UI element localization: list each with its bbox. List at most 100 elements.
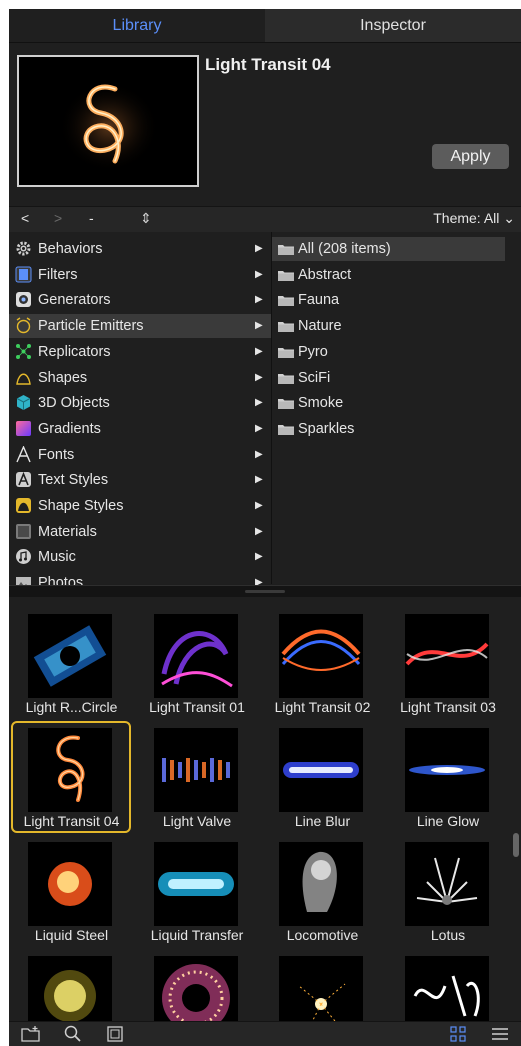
divider-handle[interactable] — [245, 590, 285, 593]
item-thumbnail — [28, 956, 112, 1021]
preview-title: Light Transit 04 — [205, 55, 331, 74]
back-arrow-icon[interactable]: < — [21, 210, 29, 226]
item-thumbnail — [404, 956, 489, 1021]
scrollbar-thumb[interactable] — [513, 833, 519, 857]
category-label: Gradients — [38, 420, 101, 437]
disclosure-arrow-icon: ▶ — [255, 500, 263, 511]
disclosure-arrow-icon: ▶ — [255, 551, 263, 563]
item-thumbnail — [279, 614, 363, 698]
folder-item[interactable]: Sparkles — [272, 417, 505, 441]
library-item[interactable]: Liquid Steel — [9, 834, 134, 948]
text-style-icon — [15, 471, 32, 488]
item-label: Light Valve — [162, 813, 232, 829]
category-label: Behaviors — [38, 241, 103, 257]
category-label: Fonts — [38, 446, 75, 463]
folder-label: Nature — [298, 318, 342, 335]
category-particle-emitters[interactable]: Particle Emitters ▶ — [9, 314, 271, 339]
item-label: Liquid Transfer — [150, 927, 244, 943]
library-browser: Behaviors ▶ Filters ▶ Generators ▶ Particle Em… — [9, 232, 521, 591]
library-item[interactable]: Lotus — [386, 834, 511, 948]
item-thumbnail — [153, 614, 238, 698]
replicator-icon — [15, 343, 32, 360]
category-shapes[interactable]: Shapes ▶ — [9, 366, 271, 390]
shape-style-icon — [15, 497, 32, 514]
folder-icon — [278, 399, 294, 410]
category-materials[interactable]: Materials ▶ — [9, 520, 271, 544]
path-chevron-updown-icon[interactable]: ⇕ — [140, 210, 152, 227]
disclosure-arrow-icon: ▶ — [255, 525, 263, 537]
library-item[interactable]: Light Transit 02 — [260, 606, 385, 720]
disclosure-arrow-icon: ▶ — [255, 268, 263, 280]
item-thumbnail — [279, 956, 363, 1021]
category-fonts[interactable]: Fonts ▶ — [9, 443, 271, 467]
disclosure-arrow-icon: ▶ — [255, 371, 263, 383]
category-behaviors[interactable]: Behaviors ▶ — [9, 237, 271, 261]
category-list: Behaviors ▶ Filters ▶ Generators ▶ Particle Em… — [9, 232, 272, 591]
disclosure-arrow-icon: ▶ — [255, 474, 263, 486]
item-label: Line Blur — [294, 813, 351, 829]
library-item[interactable]: Line Glow — [386, 720, 511, 834]
item-thumbnail — [28, 728, 112, 812]
library-item[interactable] — [386, 948, 511, 1021]
item-label: Light Transit 03 — [400, 699, 496, 715]
folder-item[interactable]: Abstract — [272, 263, 505, 287]
new-folder-icon[interactable] — [21, 1025, 41, 1043]
category-generators[interactable]: Generators ▶ — [9, 288, 271, 312]
list-view-icon[interactable] — [491, 1025, 509, 1043]
disclosure-arrow-icon: ▶ — [255, 320, 263, 332]
tab-library[interactable]: Library — [9, 9, 265, 42]
item-thumbnail — [28, 614, 112, 698]
library-item[interactable]: Locomotive — [260, 834, 385, 948]
category-shape-styles[interactable]: Shape Styles ▶ — [9, 494, 271, 518]
category-label: 3D Objects — [38, 395, 110, 412]
item-thumbnail — [153, 728, 238, 812]
apply-button[interactable]: Apply — [432, 144, 509, 169]
library-item[interactable]: Light Valve — [135, 720, 260, 834]
category-filters[interactable]: Filters ▶ — [9, 263, 271, 287]
folder-item[interactable]: Smoke — [272, 391, 505, 415]
category-label: Shapes — [38, 369, 88, 386]
category-gradients[interactable]: Gradients ▶ — [9, 417, 271, 441]
alarm-clock-icon — [15, 317, 32, 334]
library-item[interactable]: Light R...Circle — [9, 606, 134, 720]
library-item[interactable] — [260, 948, 385, 1021]
library-item[interactable]: Light Transit 01 — [135, 606, 260, 720]
library-item[interactable]: Line Blur — [260, 720, 385, 834]
library-item[interactable] — [135, 948, 260, 1021]
category-replicators[interactable]: Replicators ▶ — [9, 340, 271, 364]
item-thumbnail — [28, 842, 112, 926]
theme-label: Theme: All — [433, 210, 500, 226]
item-label: Line Glow — [416, 813, 480, 829]
search-icon[interactable] — [64, 1025, 82, 1043]
tab-inspector[interactable]: Inspector — [265, 9, 521, 42]
library-item[interactable]: Light Transit 04 — [9, 720, 134, 834]
film-icon — [15, 266, 32, 283]
folder-label: Fauna — [298, 292, 340, 309]
library-item[interactable]: Liquid Transfer — [135, 834, 260, 948]
item-grid: Light R...Circle Light Transit 01 Light Tr… — [9, 597, 521, 1021]
forward-arrow-icon[interactable]: > — [54, 210, 62, 226]
folder-item[interactable]: SciFi — [272, 366, 505, 390]
grid-view-icon[interactable] — [449, 1025, 467, 1043]
category-3d-objects[interactable]: 3D Objects ▶ — [9, 391, 271, 415]
preview-icon[interactable] — [106, 1025, 124, 1043]
library-item[interactable]: Light Transit 03 — [386, 606, 511, 720]
path-popup[interactable]: - — [89, 210, 94, 226]
item-label: Light R...Circle — [25, 699, 118, 715]
folder-icon — [278, 424, 294, 435]
category-text-styles[interactable]: Text Styles ▶ — [9, 468, 271, 492]
library-window: Library Inspector Light Transit 04 Apply… — [9, 9, 521, 1046]
gradient-icon — [15, 420, 32, 437]
folder-icon — [278, 270, 294, 281]
folder-item[interactable]: Fauna — [272, 288, 505, 312]
item-label: Lotus — [430, 927, 466, 943]
music-icon — [15, 548, 32, 565]
category-label: Filters — [38, 266, 78, 283]
theme-popup[interactable]: Theme: All ⌄ — [433, 210, 515, 227]
folder-icon — [278, 296, 294, 307]
folder-item[interactable]: Pyro — [272, 340, 505, 364]
category-music[interactable]: Music ▶ — [9, 545, 271, 569]
library-item[interactable] — [9, 948, 134, 1021]
folder-item[interactable]: Nature — [272, 314, 505, 338]
folder-item[interactable]: All (208 items) — [272, 237, 505, 261]
